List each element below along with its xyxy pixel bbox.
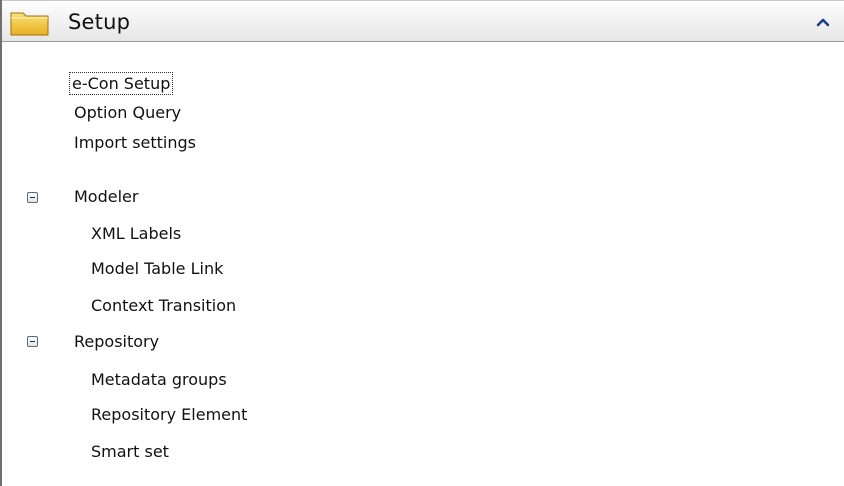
collapse-repository-icon[interactable] <box>27 336 38 347</box>
tree-item-xml-labels[interactable]: XML Labels <box>91 220 181 248</box>
tree-item-label: Model Table Link <box>91 259 224 278</box>
folder-icon <box>10 12 49 36</box>
tree-item-smart-set[interactable]: Smart set <box>91 438 169 466</box>
tree-item-import-settings[interactable]: Import settings <box>74 129 196 157</box>
tree-item-label: Context Transition <box>91 296 237 315</box>
tree-item-modeler[interactable]: Modeler <box>74 183 138 211</box>
chevron-up-icon[interactable] <box>814 14 832 30</box>
tree-item-label: Repository <box>74 332 160 351</box>
tree-item-label: Import settings <box>74 133 196 152</box>
tree-item-repository[interactable]: Repository <box>74 328 159 356</box>
tree-item-model-table-link[interactable]: Model Table Link <box>91 255 223 283</box>
tree-item-label: Repository Element <box>91 405 248 424</box>
tree-item-label: Smart set <box>91 442 169 461</box>
panel-title: Setup <box>68 10 131 34</box>
panel-header[interactable]: Setup <box>2 0 844 42</box>
collapse-modeler-icon[interactable] <box>27 192 38 203</box>
tree-item-label: XML Labels <box>91 224 182 243</box>
tree-item-repository-element[interactable]: Repository Element <box>91 401 247 429</box>
tree-item-econ-setup[interactable]: e-Con Setup <box>68 70 174 98</box>
setup-panel: Setup e-Con Setup Option Query Import se… <box>0 0 844 486</box>
tree-item-label: Modeler <box>74 187 139 206</box>
tree-item-option-query[interactable]: Option Query <box>74 99 181 127</box>
tree-item-label: e-Con Setup <box>68 72 174 95</box>
tree-item-metadata-groups[interactable]: Metadata groups <box>91 366 227 394</box>
tree-item-label: Metadata groups <box>91 370 227 389</box>
tree-item-context-transition[interactable]: Context Transition <box>91 292 236 320</box>
tree-item-label: Option Query <box>74 103 182 122</box>
